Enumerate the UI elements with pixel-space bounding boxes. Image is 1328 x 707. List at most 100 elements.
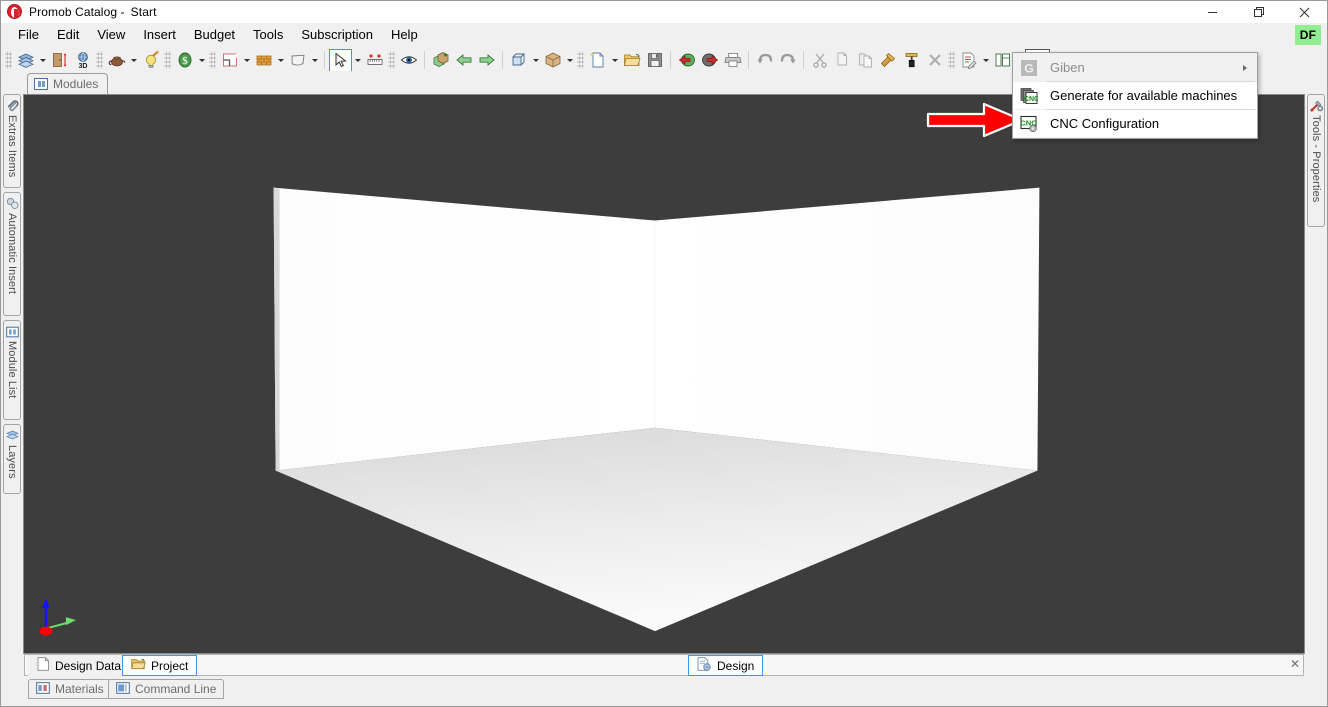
layers-stack-icon bbox=[5, 429, 19, 442]
previous-green-arrow-icon[interactable] bbox=[452, 49, 475, 72]
room-plan-caret-icon[interactable] bbox=[241, 49, 252, 72]
menu-item-cnc-configuration[interactable]: CNC CNC Configuration bbox=[1013, 110, 1257, 137]
menu-item-subscription[interactable]: Subscription bbox=[292, 24, 382, 46]
teapot-caret-icon[interactable] bbox=[128, 49, 139, 72]
menu-item-giben[interactable]: G Giben bbox=[1013, 54, 1257, 81]
delete-x-icon[interactable] bbox=[923, 49, 946, 72]
giben-g-icon: G bbox=[1018, 57, 1040, 79]
layers-caret-icon[interactable] bbox=[37, 49, 48, 72]
menu-item-edit[interactable]: Edit bbox=[48, 24, 88, 46]
application-window: Promob Catalog - Start File Edit View In… bbox=[0, 0, 1328, 707]
menu-item-help[interactable]: Help bbox=[382, 24, 427, 46]
ceiling-icon[interactable] bbox=[286, 49, 309, 72]
new-document-icon[interactable] bbox=[586, 49, 609, 72]
toolbar-grip[interactable] bbox=[577, 51, 584, 69]
room-3d-render bbox=[24, 95, 1304, 653]
minimize-icon[interactable] bbox=[1189, 1, 1235, 23]
dock-close-icon[interactable]: ✕ bbox=[1290, 658, 1300, 670]
panels-icon[interactable] bbox=[991, 49, 1014, 72]
solid-box-caret-icon[interactable] bbox=[564, 49, 575, 72]
ceiling-caret-icon[interactable] bbox=[309, 49, 320, 72]
sidebar-item-automatic-insert[interactable]: Automatic Insert bbox=[3, 192, 21, 316]
promob-logo-icon bbox=[7, 4, 23, 20]
price-dollar-icon[interactable]: $ bbox=[173, 49, 196, 72]
new-document-caret-icon[interactable] bbox=[609, 49, 620, 72]
tab-project[interactable]: Project bbox=[122, 655, 198, 676]
measure-ruler-icon[interactable] bbox=[363, 49, 386, 72]
paint-roller-icon[interactable] bbox=[900, 49, 923, 72]
layers-icon[interactable] bbox=[14, 49, 37, 72]
bottom-tab-frame bbox=[24, 654, 1304, 676]
menu-item-tools[interactable]: Tools bbox=[244, 24, 292, 46]
price-caret-icon[interactable] bbox=[196, 49, 207, 72]
select-arrow-caret-icon[interactable] bbox=[352, 49, 363, 72]
paperclip-icon bbox=[6, 99, 19, 112]
toolbar-grip[interactable] bbox=[164, 51, 171, 69]
copy-icon[interactable] bbox=[831, 49, 854, 72]
toolbar-grip[interactable] bbox=[209, 51, 216, 69]
eye-visibility-icon[interactable] bbox=[397, 49, 420, 72]
status-tab-materials[interactable]: Materials bbox=[28, 679, 112, 699]
sidebar-item-layers-label: Layers bbox=[6, 445, 18, 479]
report-caret-icon[interactable] bbox=[980, 49, 991, 72]
room-plan-icon[interactable] bbox=[218, 49, 241, 72]
open-folder-icon[interactable] bbox=[620, 49, 643, 72]
sidebar-item-extras-items[interactable]: Extras Items bbox=[3, 94, 21, 188]
design-viewport-3d[interactable] bbox=[23, 94, 1305, 654]
light-bulb-icon[interactable] bbox=[139, 49, 162, 72]
tab-design-data[interactable]: Design Data bbox=[28, 655, 131, 676]
tab-modules[interactable]: Modules bbox=[27, 73, 109, 94]
cnc-dropdown-menu: G Giben CNC Generate for available machi… bbox=[1012, 52, 1258, 139]
sidebar-item-tools-properties[interactable]: Tools - Properties bbox=[1307, 94, 1325, 227]
solid-box-icon[interactable] bbox=[541, 49, 564, 72]
import-green-icon[interactable] bbox=[675, 49, 698, 72]
redo-icon[interactable] bbox=[776, 49, 799, 72]
menu-item-insert[interactable]: Insert bbox=[134, 24, 185, 46]
add-object-icon[interactable] bbox=[429, 49, 452, 72]
wall-brick-icon[interactable] bbox=[252, 49, 275, 72]
save-floppy-icon[interactable] bbox=[643, 49, 666, 72]
title-bar: Promob Catalog - Start bbox=[1, 1, 1327, 23]
toolbar-separator bbox=[803, 51, 804, 69]
status-tab-command-line[interactable]: Command Line bbox=[108, 679, 225, 699]
sidebar-item-layers[interactable]: Layers bbox=[3, 424, 21, 494]
export-gray-icon[interactable] bbox=[698, 49, 721, 72]
toolbar-grip[interactable] bbox=[96, 51, 103, 69]
print-icon[interactable] bbox=[721, 49, 744, 72]
status-tab-command-line-label: Command Line bbox=[135, 682, 217, 696]
wireframe-box-icon[interactable] bbox=[507, 49, 530, 72]
hammer-icon[interactable] bbox=[877, 49, 900, 72]
report-icon[interactable] bbox=[957, 49, 980, 72]
toolbar-separator bbox=[424, 51, 425, 69]
status-bar: Materials Command Line bbox=[2, 676, 1326, 705]
menu-item-generate-for-available-machines[interactable]: CNC Generate for available machines bbox=[1013, 82, 1257, 109]
toolbar-grip[interactable] bbox=[388, 51, 395, 69]
wall-brick-caret-icon[interactable] bbox=[275, 49, 286, 72]
menu-item-file[interactable]: File bbox=[9, 24, 48, 46]
tools-properties-icon bbox=[1310, 99, 1323, 112]
menu-item-cnc-configuration-label: CNC Configuration bbox=[1050, 116, 1160, 131]
tab-design-label: Design bbox=[717, 658, 755, 673]
menu-item-view[interactable]: View bbox=[88, 24, 134, 46]
wireframe-box-caret-icon[interactable] bbox=[530, 49, 541, 72]
paste-icon[interactable] bbox=[854, 49, 877, 72]
3d-view-icon[interactable]: 3D bbox=[71, 49, 94, 72]
select-arrow-icon[interactable] bbox=[329, 48, 352, 72]
close-icon[interactable] bbox=[1281, 1, 1327, 23]
menu-item-budget[interactable]: Budget bbox=[185, 24, 244, 46]
toolbar-separator bbox=[502, 51, 503, 69]
cut-scissors-icon[interactable] bbox=[808, 49, 831, 72]
sidebar-item-module-list[interactable]: Module List bbox=[3, 320, 21, 420]
toolbar-separator bbox=[324, 51, 325, 69]
undo-icon[interactable] bbox=[753, 49, 776, 72]
command-line-icon bbox=[116, 681, 130, 697]
toolbar-grip[interactable] bbox=[5, 51, 12, 69]
toolbar-grip[interactable] bbox=[948, 51, 955, 69]
maximize-icon[interactable] bbox=[1235, 1, 1281, 23]
next-green-arrow-icon[interactable] bbox=[475, 49, 498, 72]
door-height-icon[interactable] bbox=[48, 49, 71, 72]
teapot-icon[interactable] bbox=[105, 49, 128, 72]
window-controls bbox=[1189, 1, 1327, 23]
user-initials-badge[interactable]: DF bbox=[1295, 25, 1321, 45]
tab-design[interactable]: Design bbox=[688, 655, 764, 676]
